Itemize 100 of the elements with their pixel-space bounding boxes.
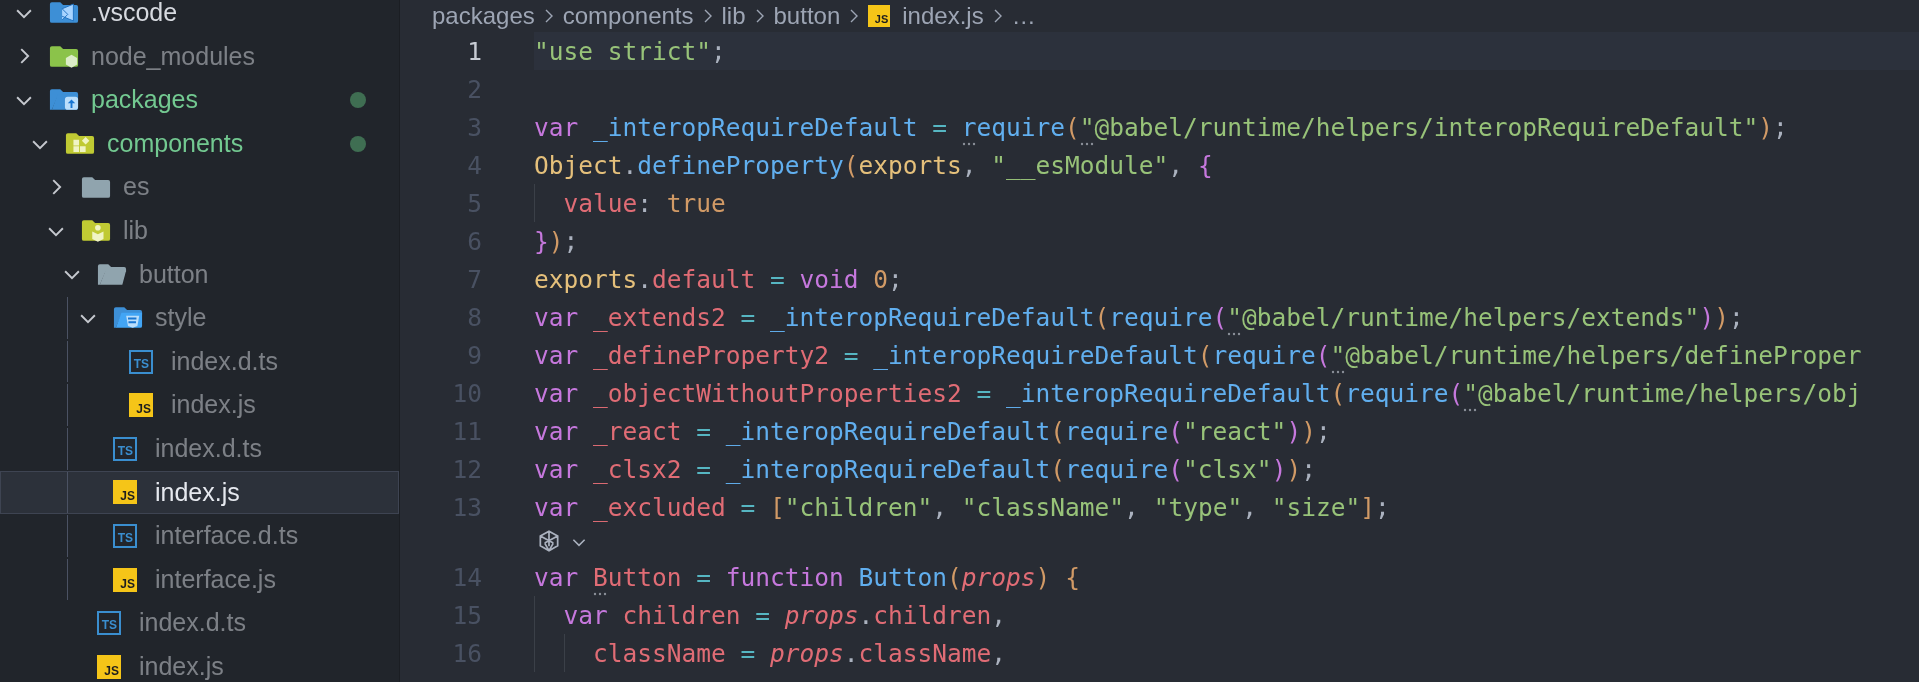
bracket: ) (1301, 416, 1316, 446)
operator: = (754, 600, 772, 630)
punctuation: , (932, 492, 949, 522)
typescript-file-icon: TS (113, 523, 137, 548)
punctuation: ; (1301, 454, 1316, 484)
function-name: defineProperty (637, 150, 844, 180)
punctuation: ; (888, 264, 903, 294)
tree-item[interactable]: .vscode (0, 0, 399, 35)
tree-item[interactable]: button (0, 252, 399, 297)
tree-item[interactable]: JS index.js (0, 383, 399, 427)
bracket: } (534, 226, 549, 256)
variable-name: _react (593, 416, 682, 446)
variable-name: _clsx2 (593, 454, 682, 484)
bracket: ( (1065, 112, 1080, 142)
item-label: components (107, 129, 244, 158)
string-literal: "@babel/runtime/helpers/extends" (1227, 302, 1700, 332)
bracket: ( (1212, 302, 1228, 332)
bracket: ( (1168, 416, 1184, 446)
tree-item[interactable]: JS interface.js (0, 557, 399, 602)
breadcrumb-item[interactable]: index.js (902, 2, 984, 30)
item-label: index.js (139, 652, 224, 681)
string-literal: "@babel/runtime/helpers/defineProper (1330, 340, 1862, 370)
function-name: _interopRequireDefault (725, 454, 1051, 484)
string-literal: "children" (784, 492, 933, 522)
folder-icon (49, 43, 79, 69)
typescript-file-icon: TS (129, 349, 153, 374)
keyword: var (534, 302, 580, 332)
identifier: exports (534, 264, 638, 294)
property-name: className (858, 638, 992, 668)
parameter-name: props (961, 562, 1036, 592)
keyword: var (534, 492, 580, 522)
punctuation: , (1168, 150, 1185, 180)
identifier: Object (534, 150, 623, 180)
breadcrumb-item[interactable]: … (1011, 2, 1036, 30)
variable-name: Button (593, 562, 682, 592)
punctuation: , (991, 600, 1007, 630)
selected-tree-item[interactable]: JS index.js (0, 470, 399, 515)
typescript-file-icon: TS (97, 611, 121, 636)
breadcrumb-item[interactable]: packages (432, 2, 535, 30)
function-name: _interopRequireDefault (593, 112, 918, 142)
tree-item[interactable]: components (0, 121, 399, 166)
string-literal: "@babel/runtime/helpers/interopRequireDefault" (1079, 112, 1759, 142)
breadcrumb-item[interactable]: button (773, 2, 841, 30)
line-number: 1 (466, 36, 482, 66)
bracket: ( (1168, 454, 1184, 484)
tree-item[interactable]: TS index.d.ts (0, 339, 399, 384)
function-name: require (1065, 416, 1169, 446)
punctuation: ; (711, 36, 726, 66)
item-label: index.js (171, 391, 256, 419)
tree-item[interactable]: TS interface.d.ts (0, 514, 399, 558)
function-name: _interopRequireDefault (725, 416, 1051, 446)
function-name: require (961, 112, 1066, 142)
string-literal: "className" (961, 492, 1125, 522)
bracket: ) (1286, 454, 1302, 484)
folder-icon (65, 131, 95, 157)
folder-icon (113, 305, 143, 331)
punctuation: , (1242, 492, 1258, 522)
keyword: var (534, 562, 580, 592)
variable-name: _extends2 (593, 302, 726, 332)
parameter-name: props (770, 638, 844, 668)
folder-icon (49, 0, 79, 26)
tree-item[interactable]: lib (0, 208, 399, 253)
breadcrumb-item[interactable]: components (562, 2, 694, 30)
tree-item[interactable]: es (0, 165, 399, 209)
string-literal: "react" (1183, 416, 1287, 446)
string-literal: "type" (1153, 492, 1243, 522)
literal: 0 (873, 264, 889, 294)
string-literal: "clsx" (1183, 454, 1272, 484)
bracket: ( (1448, 378, 1464, 408)
property-name: children (873, 600, 992, 630)
bracket: ( (1315, 340, 1331, 370)
tree-item[interactable]: node_modules (0, 34, 399, 79)
folder-icon (49, 87, 79, 113)
variable-name: _objectWithoutProperties2 (593, 378, 962, 408)
bracket: ( (1050, 416, 1066, 446)
operator: = (975, 378, 993, 408)
tree-item[interactable]: TS index.d.ts (0, 426, 399, 471)
breadcrumb-item[interactable]: lib (721, 2, 746, 30)
keyword: var (534, 112, 580, 142)
item-label: index.js (155, 478, 240, 507)
function-name: require (1065, 454, 1169, 484)
bracket: ( (1330, 378, 1346, 408)
bracket: ( (947, 562, 962, 592)
javascript-file-icon: JS (129, 393, 153, 418)
string-literal: "__esModule" (991, 150, 1169, 180)
tree-item[interactable]: packages (0, 78, 399, 122)
keyword: function (725, 562, 845, 592)
tree-item[interactable]: style (0, 296, 399, 340)
item-label: index.d.ts (171, 347, 278, 376)
tree-item[interactable]: TS index.d.ts (0, 601, 399, 645)
item-label: .vscode (91, 0, 178, 27)
keyword: var (534, 378, 580, 408)
keyword: var (534, 416, 580, 446)
tree-item[interactable]: JS index.js (0, 644, 399, 682)
property-name: value (562, 188, 638, 218)
bracket: ( (1094, 302, 1110, 332)
punctuation: , (1124, 492, 1140, 522)
property-name: default (652, 264, 756, 294)
variable-name: children (622, 600, 741, 630)
operator: = (695, 454, 713, 484)
